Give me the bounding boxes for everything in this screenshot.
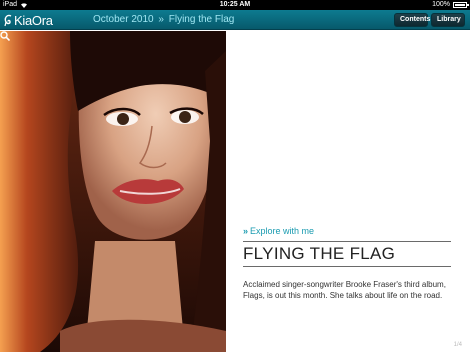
- breadcrumb-article: Flying the Flag: [168, 14, 235, 25]
- navigation-bar: KiaOra October 2010 » Flying the Flag Co…: [0, 10, 470, 30]
- magnifier-icon[interactable]: [0, 31, 10, 41]
- status-time: 10:25 AM: [219, 1, 251, 8]
- status-right: 100%: [432, 0, 469, 10]
- headline-rule-bottom: [243, 266, 451, 267]
- breadcrumb-separator: »: [158, 14, 164, 25]
- page-indicator-text: 1/4: [453, 342, 462, 348]
- kicker-chevron: »: [243, 226, 249, 236]
- cover-photo[interactable]: [0, 31, 226, 352]
- headline-rule-top: [243, 241, 451, 242]
- page-indicator: 1/4: [454, 342, 462, 348]
- breadcrumb: October 2010 » Flying the Flag: [93, 10, 234, 30]
- library-button[interactable]: Library: [431, 13, 465, 27]
- koru-logo-icon: [4, 14, 12, 26]
- article-headline: FLYING THE FLAG: [243, 244, 396, 263]
- breadcrumb-issue[interactable]: October 2010: [93, 14, 154, 25]
- article-kicker: » Explore with me: [243, 226, 314, 236]
- logo-text: KiaOra: [14, 12, 53, 28]
- article-panel: » Explore with me FLYING THE FLAG Acclaim…: [226, 31, 470, 352]
- article-body: Acclaimed singer-songwriter Brooke Frase…: [243, 280, 446, 300]
- battery-percent: 100%: [432, 1, 450, 8]
- kicker-text: Explore with me: [250, 226, 315, 236]
- battery-icon: [453, 2, 469, 8]
- contents-button[interactable]: Contents: [394, 13, 430, 27]
- kiaora-logo[interactable]: KiaOra: [4, 12, 53, 28]
- status-bar: iPad 10:25 AM 100%: [0, 0, 470, 10]
- portrait-illustration: [0, 31, 226, 352]
